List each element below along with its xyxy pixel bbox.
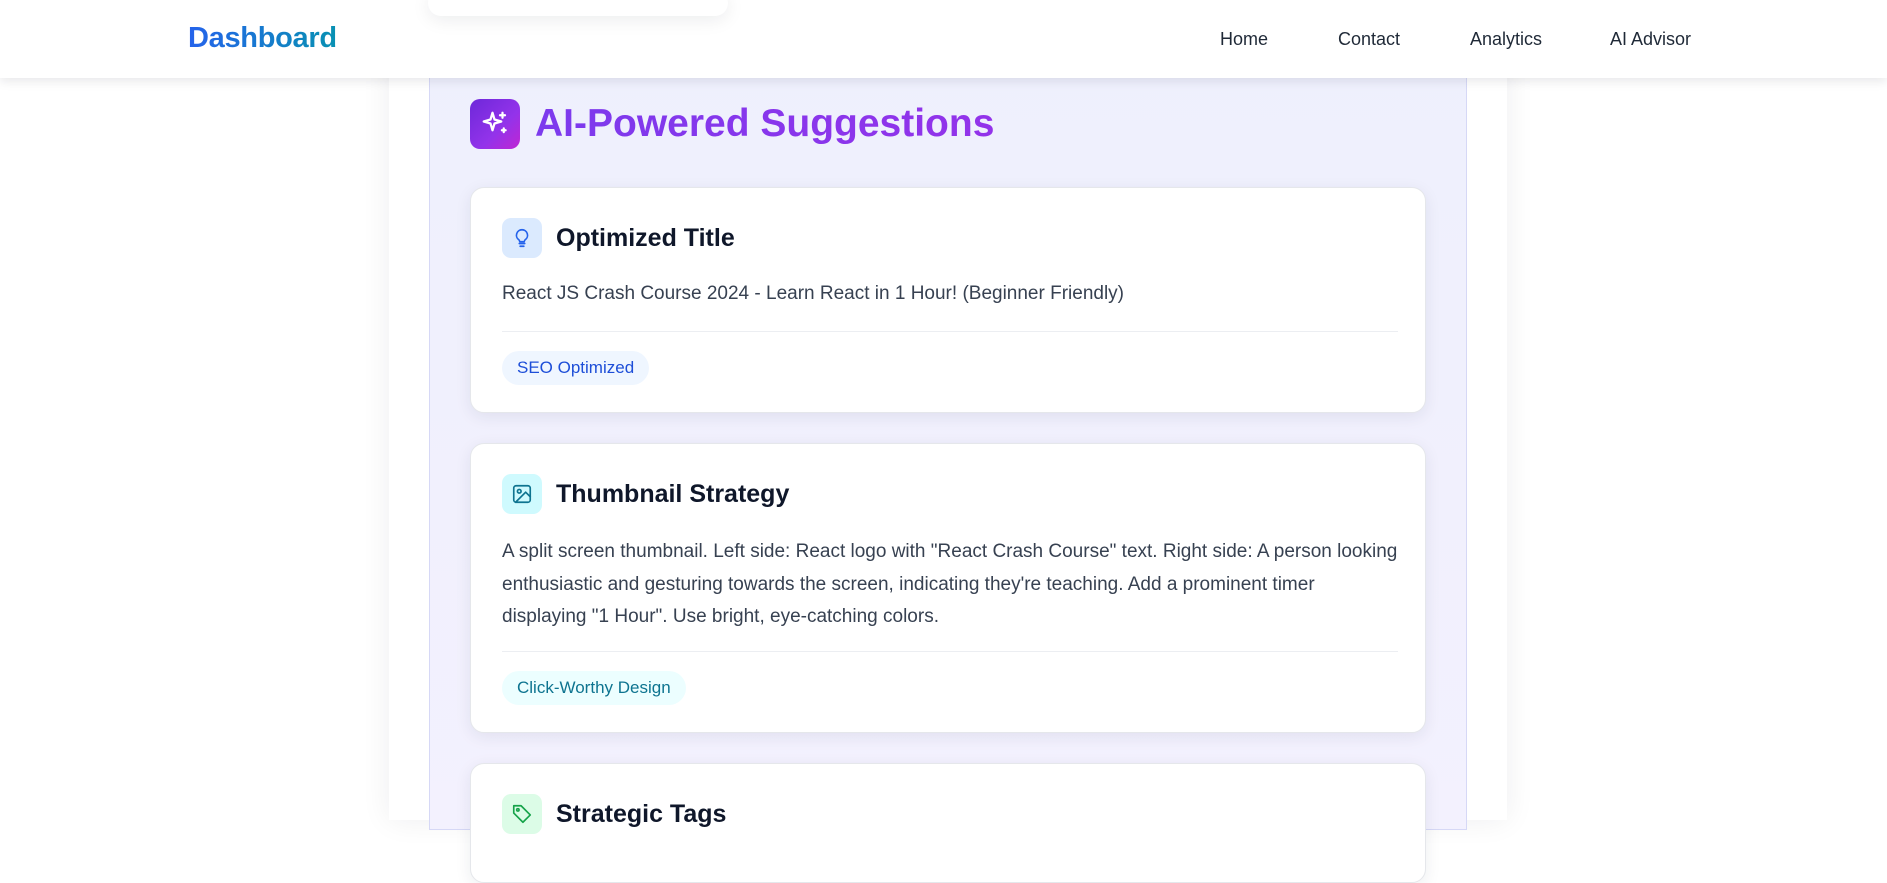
section-heading: AI-Powered Suggestions — [470, 96, 994, 152]
card-divider — [502, 651, 1398, 652]
seo-badge: SEO Optimized — [502, 351, 650, 385]
suggestion-card-title: Optimized Title React JS Crash Course 20… — [470, 187, 1426, 413]
suggestion-card-thumbnail: Thumbnail Strategy A split screen thumbn… — [470, 443, 1426, 733]
brand-logo[interactable]: Dashboard — [188, 18, 337, 58]
card-header: Thumbnail Strategy — [502, 474, 789, 514]
nav-link-home[interactable]: Home — [1220, 26, 1268, 52]
nav-link-contact[interactable]: Contact — [1338, 26, 1400, 52]
nav-link-analytics[interactable]: Analytics — [1470, 26, 1542, 52]
section-title: AI-Powered Suggestions — [535, 96, 994, 152]
card-header: Strategic Tags — [502, 794, 726, 834]
floating-tab-shadow — [428, 0, 728, 16]
suggestion-card-tags: Strategic Tags — [470, 763, 1426, 883]
design-badge: Click-Worthy Design — [502, 671, 686, 705]
card-divider — [502, 331, 1398, 332]
card-header: Optimized Title — [502, 218, 735, 258]
sparkles-icon — [470, 99, 520, 149]
card-title: Optimized Title — [556, 224, 735, 252]
card-title: Strategic Tags — [556, 800, 727, 828]
image-icon — [502, 474, 542, 514]
lightbulb-icon — [502, 218, 542, 258]
tag-icon — [502, 794, 542, 834]
card-body-text: React JS Crash Course 2024 - Learn React… — [502, 283, 1125, 304]
card-title: Thumbnail Strategy — [556, 480, 790, 508]
top-navigation-bar: Dashboard Home Contact Analytics AI Advi… — [0, 0, 1887, 78]
card-body-text: A split screen thumbnail. Left side: Rea… — [502, 541, 1398, 627]
nav-link-ai-advisor[interactable]: AI Advisor — [1610, 26, 1691, 52]
